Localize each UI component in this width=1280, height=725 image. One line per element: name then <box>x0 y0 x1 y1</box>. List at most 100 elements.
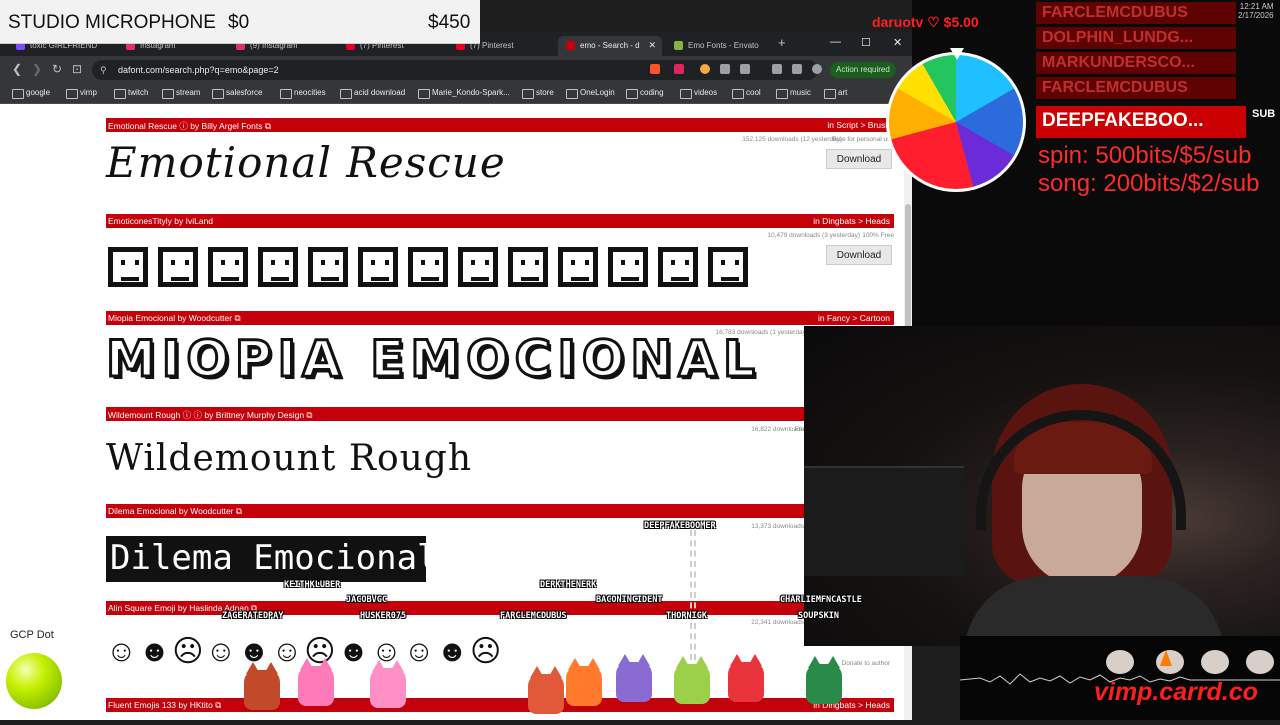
bookmark-marie-kondo[interactable]: Marie_Kondo-Spark... <box>418 88 510 99</box>
grin-face-icon <box>158 247 198 287</box>
studio-microphone-goal: STUDIO MICROPHONE $0 $450 <box>0 0 480 44</box>
laugh-face-icon <box>708 247 748 287</box>
action-required-badge[interactable]: Action required <box>830 62 896 78</box>
chatter-name: CHARLIEMFNCASTLE <box>780 595 862 605</box>
chatter-name: DERKTHENERK <box>540 580 597 590</box>
font-header-emoticonestityly[interactable]: EmoticonesTityly by IviLand in Dingbats … <box>106 214 894 228</box>
dafont-results-page: Emotional Rescue ⓘ by Billy Argel Fonts … <box>0 104 904 720</box>
smirk-face-icon <box>308 247 348 287</box>
smiley-face-icon <box>558 247 598 287</box>
address-toolbar: ❮ ❯ ↻ ⊡ ⚲ dafont.com/search.php?q=emo&pa… <box>0 56 912 84</box>
forward-icon[interactable]: ❯ <box>32 62 42 76</box>
latest-tip-alert: daruotv ♡ $5.00 <box>872 14 979 30</box>
flat-face-icon <box>358 247 398 287</box>
bookmark-stream[interactable]: stream <box>162 88 200 99</box>
carrd-link-banner: vimp.carrd.co <box>1094 678 1258 706</box>
bookmark-art[interactable]: art <box>824 88 847 99</box>
chatter-name: THORNIGK <box>666 611 707 621</box>
bookmark-neocities[interactable]: neocities <box>280 88 326 99</box>
envato-icon <box>674 41 683 50</box>
bookmark-twitch[interactable]: twitch <box>114 88 148 99</box>
recent-donor: MARKUNDERSCO... <box>1036 52 1236 74</box>
red-panda-avatar-icon <box>244 662 280 710</box>
rewards-icon[interactable] <box>674 64 684 74</box>
back-icon[interactable]: ❮ <box>12 62 22 76</box>
bookmark-salesforce[interactable]: salesforce <box>212 88 262 99</box>
font-preview-wildemount-rough[interactable]: Wildemount Rough <box>106 438 472 479</box>
chatter-name: JACOBVGC <box>346 595 387 605</box>
chatter-name: HUSKER075 <box>360 611 407 621</box>
recent-donor: FARCLEMCDUBUS <box>1036 77 1236 99</box>
font-header-wildemount-rough[interactable]: Wildemount Rough ⓘ ⓘ by Brittney Murphy … <box>106 407 894 421</box>
sub-badge: SUB <box>1252 108 1276 120</box>
tongue-face-icon <box>408 247 448 287</box>
reload-icon[interactable]: ↻ <box>52 62 62 76</box>
system-clock: 12:21 AM 2/17/2026 <box>1238 2 1274 20</box>
heart-eyes-face-icon <box>608 247 648 287</box>
chatter-name: DEEPFAKEBOOMER <box>644 521 716 531</box>
extension-icon[interactable] <box>740 64 750 74</box>
bookmark-store[interactable]: store <box>522 88 554 99</box>
bookmark-music[interactable]: music <box>776 88 811 99</box>
dafont-icon <box>566 41 575 50</box>
pink-bunny-avatar-icon <box>370 660 406 708</box>
green-dragon-avatar-icon <box>806 656 842 704</box>
top-donor-banner: DEEPFAKEBOO... <box>1036 106 1246 138</box>
recent-donor: DOLPHIN_LUNDG... <box>1036 27 1236 49</box>
purple-cat-avatar-icon <box>616 654 652 702</box>
bookmark-videos[interactable]: videos <box>680 88 717 99</box>
close-tab-icon[interactable]: ✕ <box>648 40 656 51</box>
brave-shield-icon[interactable] <box>650 64 660 74</box>
maximize-button[interactable]: ☐ <box>861 36 871 49</box>
song-price-rule: song: 200bits/$2/sub <box>1038 170 1260 197</box>
dead-face-icon <box>508 247 548 287</box>
bookmark-cool[interactable]: cool <box>732 88 761 99</box>
spin-wheel <box>886 52 1026 192</box>
font-header-emotional-rescue[interactable]: Emotional Rescue ⓘ by Billy Argel Fonts … <box>106 118 894 132</box>
sidebar-icon[interactable] <box>772 64 782 74</box>
vpn-icon[interactable] <box>812 64 822 74</box>
crab-avatar-icon <box>528 666 564 714</box>
smiley-face-icon <box>108 247 148 287</box>
angry-face-icon <box>658 247 698 287</box>
chatter-name: SOUPSKIN <box>798 611 839 621</box>
download-button[interactable]: Download <box>826 149 892 169</box>
frog-avatar-icon <box>674 656 710 704</box>
recent-donor: FARCLEMCDUBUS <box>1036 2 1236 24</box>
wheel-pointer-icon <box>950 48 964 60</box>
bookmark-icon[interactable]: ⊡ <box>72 62 82 76</box>
bookmarks-bar: google vimp twitch stream salesforce neo… <box>0 84 912 104</box>
bookmark-onelogin[interactable]: OneLogin <box>566 88 615 99</box>
bookmark-coding[interactable]: coding <box>626 88 664 99</box>
bookmark-vimp[interactable]: vimp <box>66 88 97 99</box>
neutral-face-icon <box>258 247 298 287</box>
tab-dafont-search[interactable]: emo - Search - d ✕ <box>558 36 662 56</box>
chatter-name: FARCLEMCDUBUS <box>500 611 567 621</box>
extension-icon[interactable] <box>720 64 730 74</box>
bookmark-acid-download[interactable]: acid download <box>340 88 405 99</box>
ladder-decoration <box>690 530 696 660</box>
smiley-face-icon <box>208 247 248 287</box>
gcp-dot-widget: GCP Dot <box>0 625 80 720</box>
font-header-dilema-emocional[interactable]: Dilema Emocional by Woodcutter ⧉ <box>106 504 894 518</box>
bookmark-google[interactable]: google <box>12 88 50 99</box>
webcam-feed <box>804 326 1280 646</box>
font-preview-miopia-emocional[interactable]: MIOPIA EMOCIONAL <box>105 329 761 390</box>
chatter-name: BACONINCIDENT <box>596 595 663 605</box>
extension-icon[interactable] <box>700 64 710 74</box>
minimize-button[interactable]: — <box>830 36 841 48</box>
happy-face-icon <box>458 247 498 287</box>
donate-link[interactable]: Donate to author <box>842 660 890 667</box>
download-button[interactable]: Download <box>826 245 892 265</box>
font-preview-emotional-rescue[interactable]: Emotional Rescue <box>106 138 506 187</box>
site-info-icon[interactable]: ⚲ <box>100 65 107 76</box>
new-tab-button[interactable]: + <box>778 35 786 50</box>
red-cat-avatar-icon <box>728 654 764 702</box>
font-header-miopia-emocional[interactable]: Miopia Emocional by Woodcutter ⧉ in Fanc… <box>106 311 894 325</box>
close-window-button[interactable]: ✕ <box>893 36 902 49</box>
wallet-icon[interactable] <box>792 64 802 74</box>
font-preview-dilema-emocional[interactable]: Dilema Emocional <box>106 536 438 582</box>
font-header-fluent-emojis[interactable]: Fluent Emojis 133 by HKtito ⧉ in Dingbat… <box>106 698 894 712</box>
tab-envato[interactable]: Emo Fonts - Envato <box>666 36 774 56</box>
chatter-name: KEITHKLUBER <box>284 580 341 590</box>
